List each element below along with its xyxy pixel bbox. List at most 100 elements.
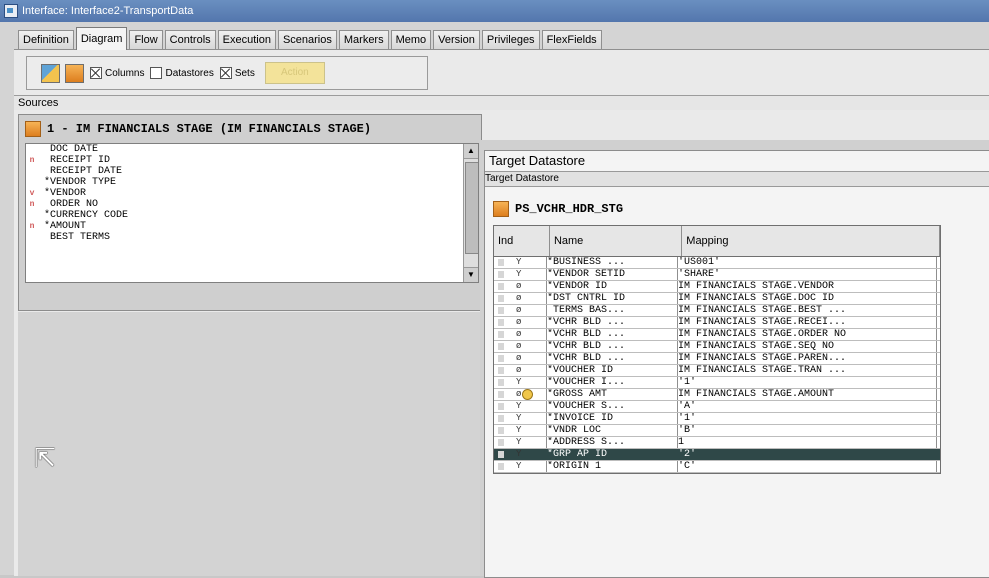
source-column-row[interactable]: v *VENDOR <box>26 188 478 199</box>
source-column-name: *VENDOR TYPE <box>44 177 117 188</box>
row-status-icon <box>498 367 504 374</box>
mapping-cell[interactable]: '1' <box>678 377 937 388</box>
tab-controls[interactable]: Controls <box>164 30 216 50</box>
source-column-name: RECEIPT DATE <box>44 166 123 177</box>
table-row[interactable]: Y *ADDRESS S... 1 <box>494 437 940 449</box>
mapping-cell[interactable]: 'SHARE' <box>678 269 937 280</box>
row-status-icon <box>498 343 504 350</box>
source-scrollbar[interactable]: ▲ ▼ <box>463 144 478 282</box>
column-key-icon: v <box>29 189 35 198</box>
source-column-row[interactable]: BEST TERMS <box>26 232 478 243</box>
tab-scenarios[interactable]: Scenarios <box>277 30 337 50</box>
source-column-row[interactable]: n RECEIPT ID <box>26 155 478 166</box>
tab-execution[interactable]: Execution <box>217 30 276 50</box>
table-row[interactable]: Y *INVOICE ID '1' <box>494 413 940 425</box>
tab-flexfields[interactable]: FlexFields <box>541 30 602 50</box>
row-status-icon <box>498 283 504 290</box>
mapping-cell[interactable]: 'US001' <box>678 257 937 268</box>
diagram-toolbar: Columns Datastores Sets Action <box>26 56 428 90</box>
source-column-row[interactable]: DOC DATE <box>26 144 478 155</box>
table-row[interactable]: Y *VOUCHER S... 'A' <box>494 401 940 413</box>
tab-flow[interactable]: Flow <box>129 30 163 50</box>
table-row[interactable]: Y *BUSINESS ... 'US001' <box>494 257 940 269</box>
table-row[interactable]: ø TERMS BAS... IM FINANCIALS STAGE.BEST .… <box>494 305 940 317</box>
table-row[interactable]: ø *DST CNTRL ID IM FINANCIALS STAGE.DOC ID <box>494 293 940 305</box>
datastore-icon[interactable] <box>65 63 84 83</box>
table-row[interactable]: Y *VNDR LOC 'B' <box>494 425 940 437</box>
table-row[interactable]: ø *VENDOR ID IM FINANCIALS STAGE.VENDOR <box>494 281 940 293</box>
table-row[interactable]: ø *VOUCHER ID IM FINANCIALS STAGE.TRAN ... <box>494 365 940 377</box>
name-cell: *ADDRESS S... <box>547 437 678 448</box>
mapping-cell[interactable]: '2' <box>678 449 937 460</box>
sets-label: Sets <box>234 67 255 79</box>
indicator-icon: ø <box>516 293 522 303</box>
mapping-cell[interactable]: IM FINANCIALS STAGE.BEST ... <box>678 305 937 316</box>
target-header: Target Datastore <box>485 151 989 172</box>
scroll-up-icon[interactable]: ▲ <box>464 144 478 159</box>
source-datastore[interactable]: 1 - IM FINANCIALS STAGE (IM FINANCIALS S… <box>18 114 482 311</box>
ind-cell: ø <box>494 365 547 376</box>
source-column-row[interactable]: RECEIPT DATE <box>26 166 478 177</box>
column-key-icon: n <box>29 200 35 209</box>
mapping-cell[interactable]: 1 <box>678 437 937 448</box>
mapping-cell[interactable]: IM FINANCIALS STAGE.SEQ NO <box>678 341 937 352</box>
col-header-mapping[interactable]: Mapping <box>682 226 940 256</box>
ind-cell: Y <box>494 269 547 280</box>
mapping-cell[interactable]: 'A' <box>678 401 937 412</box>
datastores-checkbox[interactable] <box>150 67 163 79</box>
indicator-icon: ø <box>516 353 522 363</box>
scroll-thumb[interactable] <box>465 162 478 254</box>
table-row[interactable]: ø *VCHR BLD ... IM FINANCIALS STAGE.ORDER … <box>494 329 940 341</box>
tab-definition[interactable]: Definition <box>18 30 74 50</box>
col-header-ind[interactable]: Ind <box>494 226 550 256</box>
indicator-icon: ø <box>516 341 522 351</box>
table-row[interactable]: Y *ORIGIN 1 'C' <box>494 461 940 473</box>
source-title: 1 - IM FINANCIALS STAGE (IM FINANCIALS S… <box>25 121 371 137</box>
row-status-icon <box>498 463 504 470</box>
mapping-cell[interactable]: IM FINANCIALS STAGE.TRAN ... <box>678 365 937 376</box>
indicator-icon: ø <box>516 389 522 399</box>
tab-markers[interactable]: Markers <box>338 30 389 50</box>
name-cell: *VNDR LOC <box>547 425 678 436</box>
tab-memo[interactable]: Memo <box>390 30 432 50</box>
row-status-icon <box>498 331 504 338</box>
action-button[interactable]: Action <box>264 62 325 84</box>
columns-checkbox[interactable] <box>90 67 102 79</box>
mapping-cell[interactable]: 'B' <box>678 425 937 436</box>
source-column-row[interactable]: *VENDOR TYPE <box>26 177 478 188</box>
scroll-down-icon[interactable]: ▼ <box>464 267 478 282</box>
table-row[interactable]: ø *GROSS AMT IM FINANCIALS STAGE.AMOUNT <box>494 389 940 401</box>
table-row[interactable]: Y *VOUCHER I... '1' <box>494 377 940 389</box>
source-column-row[interactable]: n *AMOUNT <box>26 221 478 232</box>
source-column-row[interactable]: n ORDER NO <box>26 199 478 210</box>
name-cell: *VOUCHER S... <box>547 401 678 412</box>
sets-checkbox[interactable] <box>219 67 232 79</box>
target-area: Target Datastore Target Datastore PS_VCH… <box>480 140 989 578</box>
mapping-cell[interactable]: IM FINANCIALS STAGE.VENDOR <box>678 281 937 292</box>
mapping-cell[interactable]: IM FINANCIALS STAGE.RECEI... <box>678 317 937 328</box>
source-column-list[interactable]: DOC DATE n RECEIPT ID RECEIPT DATE *VENDOR… <box>25 143 479 283</box>
mapping-cell[interactable]: 'C' <box>678 461 937 472</box>
mapping-cell[interactable]: IM FINANCIALS STAGE.PAREN... <box>678 353 937 364</box>
column-key-icon <box>26 166 38 177</box>
table-row[interactable]: ø *VCHR BLD ... IM FINANCIALS STAGE.SEQ NO <box>494 341 940 353</box>
sources-header: Sources <box>14 95 989 110</box>
table-row[interactable]: ø *VCHR BLD ... IM FINANCIALS STAGE.PAREN.… <box>494 353 940 365</box>
mapping-cell[interactable]: '1' <box>678 413 937 424</box>
mapping-cell[interactable]: IM FINANCIALS STAGE.ORDER NO <box>678 329 937 340</box>
tab-diagram[interactable]: Diagram <box>75 27 128 50</box>
diagram-canvas[interactable] <box>18 312 480 576</box>
diagram-icon[interactable] <box>41 63 60 83</box>
table-row[interactable]: Y *GRP AP ID '2' <box>494 449 940 461</box>
col-header-name[interactable]: Name <box>550 226 683 256</box>
row-status-icon <box>498 427 504 434</box>
tab-privileges[interactable]: Privileges <box>481 30 540 50</box>
table-row[interactable]: ø *VCHR BLD ... IM FINANCIALS STAGE.RECEI.… <box>494 317 940 329</box>
mapping-cell[interactable]: IM FINANCIALS STAGE.DOC ID <box>678 293 937 304</box>
table-row[interactable]: Y *VENDOR SETID 'SHARE' <box>494 269 940 281</box>
mapping-cell[interactable]: IM FINANCIALS STAGE.AMOUNT <box>678 389 937 400</box>
row-status-icon <box>498 451 504 458</box>
source-column-row[interactable]: *CURRENCY CODE <box>26 210 478 221</box>
column-key-icon <box>26 144 38 155</box>
tab-version[interactable]: Version <box>433 30 480 50</box>
